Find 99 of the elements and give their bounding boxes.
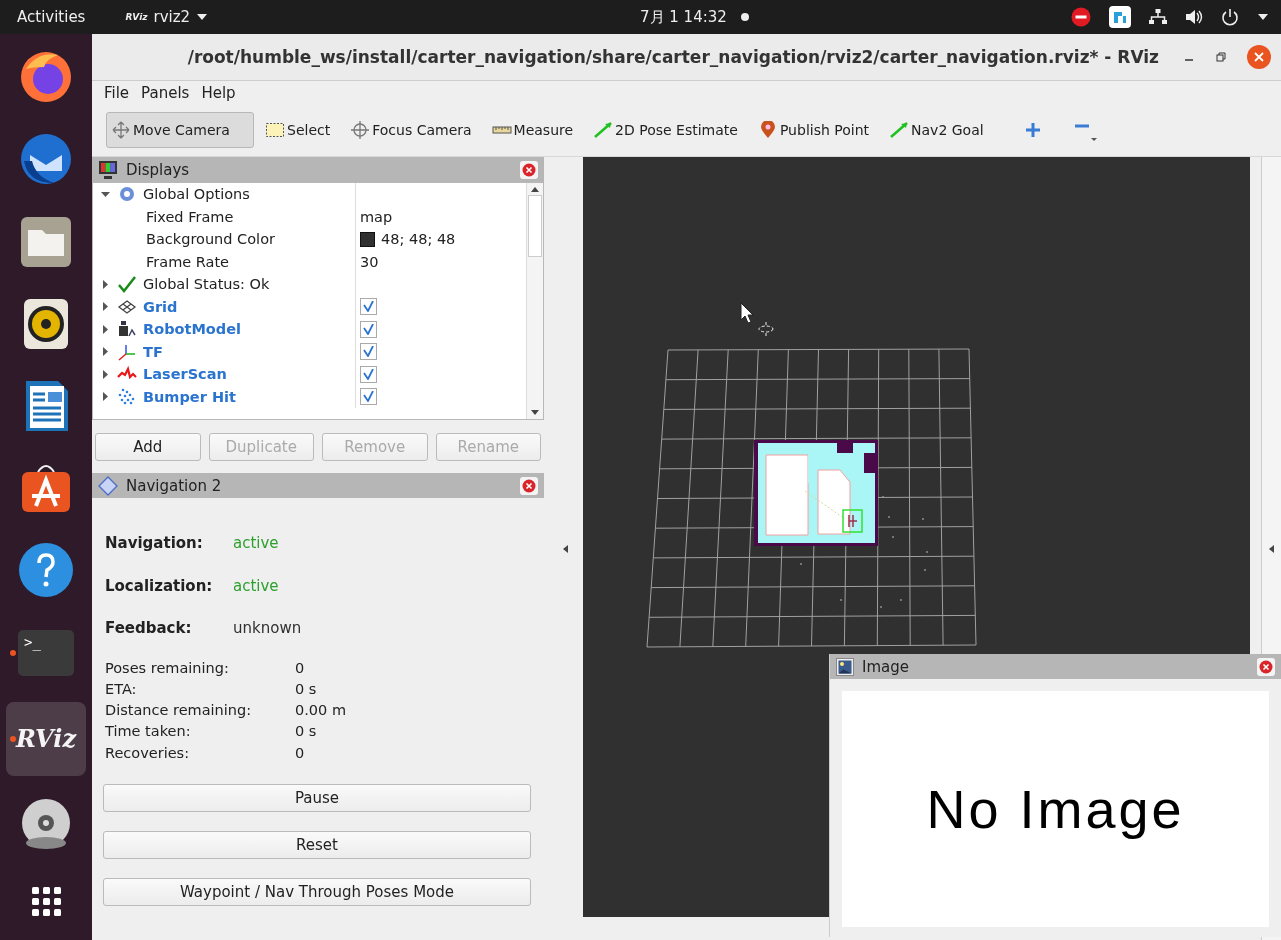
power-icon[interactable] — [1221, 8, 1239, 26]
terminal-icon[interactable]: >_ — [18, 629, 74, 676]
metric-label: ETA: — [105, 679, 138, 699]
restore-button[interactable] — [1215, 51, 1227, 63]
metric-label: Recoveries: — [105, 743, 191, 763]
tree-item[interactable]: Global Options — [143, 186, 250, 203]
menu-item[interactable]: Help — [201, 83, 236, 102]
panel-title: Image — [862, 657, 910, 676]
caret-icon[interactable] — [196, 13, 209, 21]
tool-button[interactable]: Nav2 Goal — [884, 112, 993, 148]
tool-button[interactable]: Measure — [486, 112, 583, 148]
metric-label: Time taken: — [105, 722, 192, 742]
volume-icon[interactable] — [1185, 9, 1203, 25]
checkbox[interactable] — [360, 365, 377, 383]
checkbox[interactable] — [360, 343, 377, 361]
app-menu[interactable]: RViz rviz2 — [125, 8, 209, 26]
close-button[interactable] — [520, 476, 538, 495]
app-indicator-icon[interactable] — [1109, 6, 1131, 28]
status-label: Navigation: — [105, 534, 204, 553]
collapse-left-icon[interactable] — [561, 543, 570, 554]
metric-label: Poses remaining: — [105, 658, 230, 678]
status-label: Localization: — [105, 576, 214, 595]
menu-item[interactable]: File — [104, 83, 130, 102]
tree-item[interactable]: RobotModel — [143, 321, 241, 338]
metric-value: 0 — [295, 743, 306, 763]
status-value: active — [233, 534, 279, 553]
cursor-icon — [740, 302, 754, 324]
property-value[interactable]: 30 — [360, 253, 379, 270]
add-tool-icon[interactable] — [1024, 122, 1041, 138]
tool-button[interactable]: Select — [260, 112, 340, 148]
status-value: unknown — [233, 619, 302, 638]
metric-value: 0 s — [295, 679, 318, 699]
check-icon — [117, 275, 137, 294]
selection-icon — [265, 121, 285, 139]
expand-arrow-icon[interactable] — [100, 279, 110, 289]
dock-item[interactable]: >_ — [6, 619, 86, 686]
expand-arrow-icon[interactable] — [100, 392, 110, 402]
tool-button[interactable]: 2D Pose Estimate — [588, 112, 747, 148]
image-icon — [836, 657, 854, 676]
rviz-icon[interactable]: RViz — [15, 724, 76, 754]
checkbox[interactable] — [360, 388, 377, 406]
tree-item[interactable]: TF — [143, 343, 163, 360]
arrow-icon — [593, 121, 614, 139]
metric-value: 0 s — [295, 722, 318, 742]
panel-title: Navigation 2 — [126, 476, 223, 495]
robot-icon — [117, 320, 137, 339]
tool-button[interactable]: Move Camera — [106, 112, 254, 148]
tree-item[interactable]: Bumper Hit — [143, 388, 236, 405]
scrollbar-thumb[interactable] — [528, 195, 542, 257]
network-icon[interactable] — [1149, 9, 1167, 25]
property-value[interactable]: 48; 48; 48 — [381, 231, 456, 248]
nav-button[interactable]: Pause — [103, 784, 531, 812]
panel-button[interactable]: Add — [95, 433, 201, 461]
nav-button[interactable]: Reset — [103, 831, 531, 859]
property-label[interactable]: Fixed Frame — [146, 208, 234, 225]
caret-icon[interactable] — [1257, 13, 1269, 21]
monitor-icon — [98, 159, 118, 180]
close-button[interactable] — [1247, 45, 1271, 69]
metric-value: 0 — [295, 658, 306, 678]
menu-item[interactable]: Panels — [141, 83, 190, 102]
close-button[interactable] — [1257, 657, 1275, 676]
do-not-disturb-icon[interactable] — [1071, 7, 1091, 27]
status-value: active — [233, 576, 279, 595]
tool-button[interactable]: Focus Camera — [345, 112, 481, 148]
axes-icon — [117, 342, 137, 361]
color-swatch[interactable] — [360, 231, 375, 247]
collapse-arrow-icon[interactable] — [100, 189, 110, 199]
focus-point-icon — [756, 321, 776, 337]
collapse-right-icon[interactable] — [1267, 543, 1276, 554]
arrow-icon — [889, 121, 910, 139]
metric-value: 0.00 m — [295, 701, 348, 721]
help-icon[interactable] — [18, 542, 74, 599]
metric-label: Distance remaining: — [105, 701, 253, 721]
checkbox[interactable] — [360, 298, 377, 316]
nav-button[interactable]: Waypoint / Nav Through Poses Mode — [103, 878, 531, 906]
property-label[interactable]: Frame Rate — [146, 253, 230, 270]
tree-item[interactable]: Global Status: Ok — [143, 276, 270, 293]
property-label[interactable]: Background Color — [146, 231, 275, 248]
window-title: /root/humble_ws/install/carter_navigation/share/carter_navigation/rviz2/carter_navigation.rviz* - RViz — [186, 47, 1160, 67]
tool-button[interactable]: Publish Point — [752, 112, 879, 148]
diamond-icon — [98, 475, 118, 496]
no-image-text: No Image — [926, 778, 1185, 840]
expand-arrow-icon[interactable] — [100, 302, 110, 312]
expand-arrow-icon[interactable] — [100, 347, 110, 357]
status-label: Feedback: — [105, 619, 193, 638]
property-value[interactable]: map — [360, 208, 393, 225]
tree-item[interactable]: Grid — [143, 298, 178, 315]
expand-arrow-icon[interactable] — [100, 369, 110, 379]
panel-title: Displays — [126, 160, 191, 179]
dots-icon — [117, 387, 137, 406]
clock[interactable]: 7月 1 14:32 — [640, 7, 727, 27]
crosshair-icon — [350, 121, 371, 139]
activities-button[interactable]: Activities — [17, 8, 86, 26]
move-icon — [111, 121, 131, 139]
tree-item[interactable]: LaserScan — [143, 366, 227, 383]
checkbox[interactable] — [360, 320, 377, 338]
expand-arrow-icon[interactable] — [100, 324, 110, 334]
dock-item[interactable]: RViz — [6, 701, 86, 776]
close-button[interactable] — [520, 160, 538, 179]
